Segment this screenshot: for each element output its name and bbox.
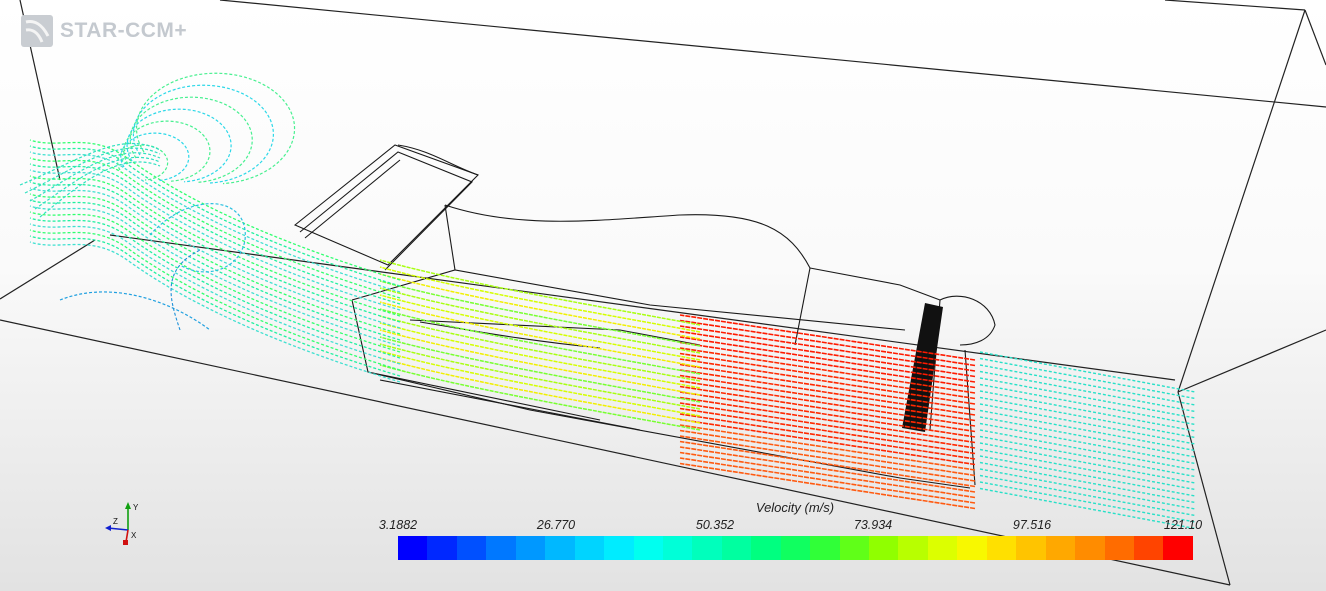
colorbar-segment (780, 536, 811, 560)
scene-canvas[interactable] (0, 0, 1326, 591)
streamline (979, 351, 1196, 393)
streamline (979, 370, 1196, 413)
streamline (979, 364, 1196, 406)
streamline (979, 442, 1196, 484)
streamline (29, 193, 401, 335)
streamline (59, 291, 211, 331)
streamline (34, 156, 161, 210)
streamline (135, 72, 296, 185)
star-ccm-logo-icon (21, 15, 53, 47)
colorbar-segment (839, 536, 869, 560)
streamline (979, 429, 1196, 471)
colorbar-segment (456, 536, 487, 560)
streamline (29, 151, 401, 293)
colorbar-segment (604, 536, 634, 560)
streamline (123, 120, 211, 182)
streamline (379, 350, 701, 417)
streamline (29, 205, 401, 347)
streamline (29, 235, 401, 377)
legend-title: Velocity (m/s) (755, 500, 835, 515)
colorbar-segment (1016, 536, 1046, 560)
colorbar-segment (927, 536, 958, 560)
car-body-outline (293, 144, 996, 489)
app-logo: STAR-CCM+ (20, 12, 187, 50)
colorbar-segment (751, 536, 781, 560)
streamline (29, 199, 401, 341)
colorbar-segment (574, 536, 605, 560)
colorbar-segment (545, 536, 575, 560)
app-logo-text: STAR-CCM+ (60, 19, 188, 42)
colorbar-segment (662, 536, 693, 560)
streamline (979, 390, 1196, 432)
streamline (979, 383, 1196, 426)
colorbar-segment (398, 536, 428, 560)
streamline (979, 455, 1196, 497)
streamline (979, 468, 1196, 510)
colorbar-segment (869, 536, 899, 560)
streamline (29, 187, 401, 329)
streamline (29, 211, 401, 353)
streamline (979, 461, 1196, 504)
streamline (979, 474, 1196, 517)
axes-triad-icon: Y Z X (105, 502, 139, 545)
colorbar-segment (986, 536, 1017, 560)
axis-label-z: Z (113, 517, 118, 526)
axis-label-x: X (131, 531, 137, 540)
streamline (29, 169, 401, 311)
streamline (29, 217, 401, 359)
streamline (29, 181, 401, 323)
colorbar-segment (721, 536, 752, 560)
streamline (29, 139, 401, 281)
streamline (132, 84, 274, 184)
streamline (979, 409, 1196, 452)
streamline (29, 241, 401, 383)
domain-box-wireframe (0, 0, 1326, 586)
colorbar-segment (957, 536, 987, 560)
colorbar-segment (486, 536, 516, 560)
streamline (29, 223, 401, 365)
colorbar-segment (633, 536, 663, 560)
streamline (379, 364, 701, 431)
legend-tick-label: 3.1882 (378, 518, 418, 532)
streamline (129, 96, 253, 183)
legend-tick-label: 73.934 (853, 518, 893, 532)
streamline (120, 132, 190, 182)
streamline (379, 357, 701, 424)
legend-colorbar[interactable] (398, 536, 1193, 560)
colorbar-segment (1163, 536, 1193, 560)
colorbar-segment (1075, 536, 1105, 560)
streamline (979, 416, 1196, 458)
streamline (29, 152, 161, 202)
graphics-viewport[interactable]: STAR-CCM+ Velocity (m/s) 3.1882 26.770 5… (0, 0, 1326, 591)
colorbar-segment (810, 536, 840, 560)
legend-tick-label: 50.352 (695, 518, 735, 532)
streamline-plot (19, 72, 1196, 530)
streamline (979, 396, 1196, 439)
streamline (979, 481, 1196, 523)
legend-tick-label: 26.770 (536, 518, 576, 532)
streamline (979, 435, 1196, 478)
streamline (29, 229, 401, 371)
colorbar-segment (898, 536, 928, 560)
axis-label-y: Y (133, 503, 139, 512)
streamline (979, 403, 1196, 445)
colorbar-segment (692, 536, 722, 560)
front-wing-element (902, 303, 943, 432)
legend-tick-label: 121.10 (1163, 518, 1203, 532)
streamline (29, 145, 401, 287)
colorbar-segment (1133, 536, 1164, 560)
streamline (979, 422, 1196, 465)
colorbar-segment (1104, 536, 1134, 560)
colorbar-segment (1045, 536, 1076, 560)
colorbar-segment (515, 536, 546, 560)
colorbar-segment (427, 536, 457, 560)
streamline (979, 448, 1196, 491)
streamline (979, 377, 1196, 419)
legend-tick-label: 97.516 (1012, 518, 1052, 532)
